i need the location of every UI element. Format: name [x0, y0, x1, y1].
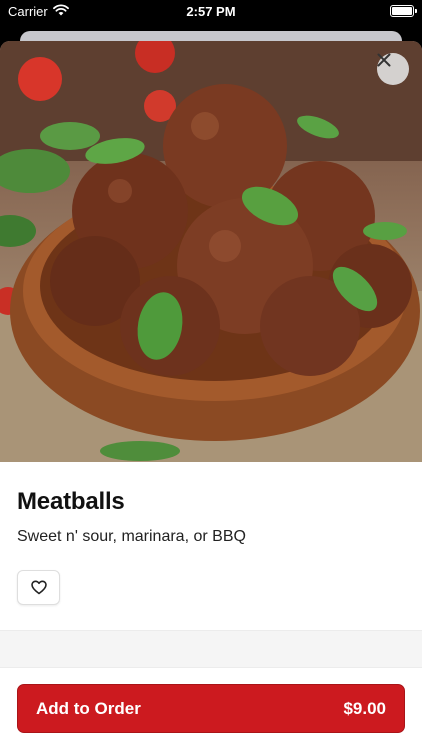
favorite-button[interactable]	[17, 570, 60, 605]
heart-icon	[30, 580, 47, 595]
section-divider	[0, 630, 422, 668]
item-description: Sweet n' sour, marinara, or BBQ	[17, 528, 246, 545]
add-to-order-label: Add to Order	[36, 698, 141, 718]
status-time: 2:57 PM	[186, 4, 236, 19]
order-price: $9.00	[343, 698, 386, 718]
item-photo	[0, 41, 422, 462]
item-title: Meatballs	[17, 488, 125, 515]
close-button[interactable]	[377, 53, 409, 85]
status-bar: Carrier 2:57 PM	[0, 0, 422, 24]
battery-icon	[390, 5, 417, 17]
item-details: Meatballs Sweet n' sour, marinara, or BB…	[0, 462, 422, 605]
add-to-order-button[interactable]: Add to Order $9.00	[17, 684, 405, 733]
close-icon	[377, 53, 391, 67]
meatballs-illustration	[0, 41, 422, 462]
item-detail-sheet: Meatballs Sweet n' sour, marinara, or BB…	[0, 41, 422, 750]
